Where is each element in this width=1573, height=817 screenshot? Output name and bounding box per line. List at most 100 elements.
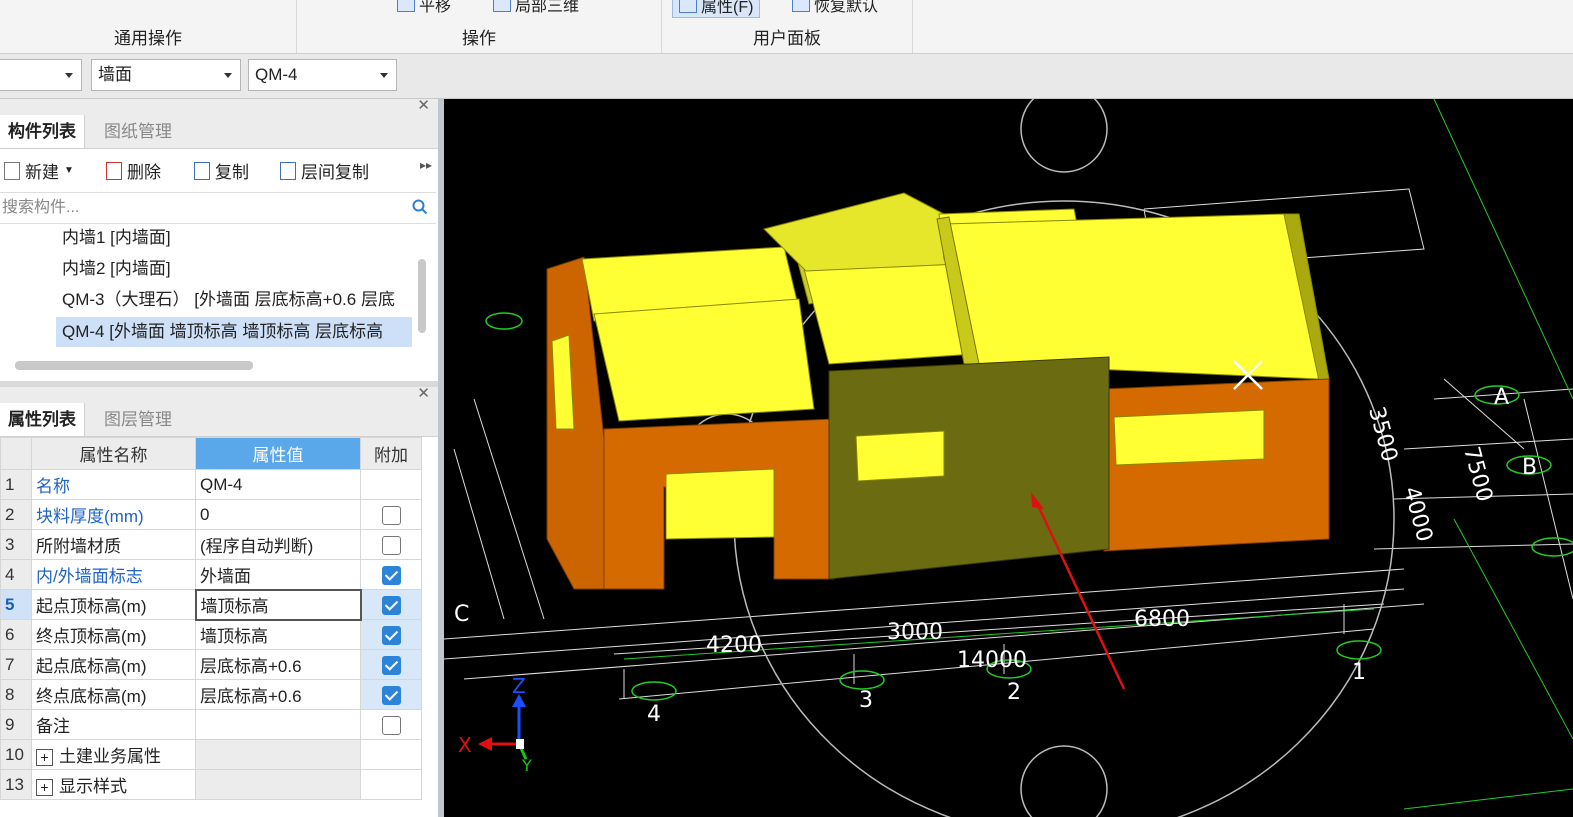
table-row[interactable]: 7 起点底标高(m) 层底标高+0.6	[0, 649, 422, 680]
extra-cell	[360, 469, 422, 500]
tab-drawing-management[interactable]: 图纸管理	[96, 115, 180, 148]
property-name: 起点底标高(m)	[31, 649, 196, 680]
extra-cell	[360, 679, 422, 710]
grid-label-b: B	[1522, 455, 1537, 480]
extra-checkbox-checked[interactable]	[381, 655, 401, 675]
property-name-group[interactable]: + 显示样式	[31, 769, 196, 800]
tab-component-list[interactable]: 构件列表	[0, 115, 85, 148]
property-name: 名称	[31, 469, 196, 500]
table-row[interactable]: 9 备注	[0, 709, 422, 740]
property-name: 内/外墙面标志	[31, 559, 196, 590]
type-select[interactable]: 墙面	[91, 59, 241, 91]
panel-title-bar: ✕	[0, 384, 438, 403]
table-row[interactable]: 2 块料厚度(mm) 0	[0, 499, 422, 530]
property-value-editing[interactable]: 墙顶标高	[194, 588, 362, 621]
property-value[interactable]: 层底标高+0.6	[195, 649, 361, 680]
search-icon[interactable]	[412, 199, 428, 215]
extra-checkbox-checked[interactable]	[381, 685, 401, 705]
expand-icon[interactable]: +	[36, 779, 53, 797]
property-value[interactable]: QM-4	[195, 469, 361, 500]
table-row[interactable]: 8 终点底标高(m) 层底标高+0.6	[0, 679, 422, 710]
3d-viewport[interactable]: 4 3 2 1 A B C 4200 3000 6800 14000 3500 …	[444, 99, 1573, 817]
move-label: 平移	[419, 0, 452, 15]
table-row-active[interactable]: 5 起点顶标高(m) 墙顶标高	[0, 588, 422, 621]
property-value[interactable]: (程序自动判断)	[195, 529, 361, 560]
row-number: 7	[0, 649, 32, 680]
chevron-down-icon	[224, 73, 232, 78]
extra-header: 附加	[360, 437, 422, 470]
table-row[interactable]: 13 + 显示样式	[0, 769, 422, 800]
grid-label-1: 1	[1352, 660, 1366, 685]
table-row[interactable]: 10 + 土建业务属性	[0, 739, 422, 770]
dimension-6800: 6800	[1134, 607, 1190, 632]
property-value[interactable]: 墙顶标高	[195, 619, 361, 650]
component-select-value: QM-4	[255, 65, 298, 84]
delete-button[interactable]: 删除	[106, 158, 161, 183]
property-name: 块料厚度(mm)	[31, 499, 196, 530]
extra-checkbox-checked[interactable]	[381, 595, 401, 615]
component-search	[0, 192, 436, 224]
properties-button[interactable]: 属性(F)	[672, 0, 761, 18]
property-value[interactable]: 层底标高+0.6	[195, 679, 361, 710]
extra-checkbox[interactable]	[381, 505, 401, 525]
property-name: 终点顶标高(m)	[31, 619, 196, 650]
component-list-panel: ✕ 构件列表 图纸管理 新建▼ 删除 复制 层间复制 ▸▸ 内墙1 [内墙面] …	[0, 96, 439, 381]
property-value[interactable]: 0	[195, 499, 361, 530]
property-tabs: 属性列表 图层管理	[0, 403, 438, 437]
expand-icon[interactable]: +	[36, 749, 53, 767]
close-icon[interactable]: ✕	[417, 96, 430, 114]
row-number: 5	[0, 589, 32, 620]
selector-bar: 墙面 QM-4	[0, 54, 1573, 99]
table-row[interactable]: 4 内/外墙面标志 外墙面	[0, 559, 422, 590]
component-select[interactable]: QM-4	[248, 59, 397, 91]
row-number: 8	[0, 679, 32, 710]
row-number-header	[0, 437, 32, 470]
more-icon[interactable]: ▸▸	[420, 158, 432, 172]
new-icon	[4, 161, 20, 180]
extra-checkbox[interactable]	[381, 535, 401, 555]
property-value[interactable]: 外墙面	[195, 559, 361, 590]
property-value-header[interactable]: 属性值	[195, 437, 361, 470]
floor-copy-button[interactable]: 层间复制	[280, 158, 369, 183]
extra-checkbox[interactable]	[381, 715, 401, 735]
table-row[interactable]: 6 终点顶标高(m) 墙顶标高	[0, 619, 422, 650]
move-icon	[397, 0, 415, 12]
property-list-panel: ✕ 属性列表 图层管理 属性名称 属性值 附加 1 名称 QM-4 2 块料厚度…	[0, 384, 439, 817]
table-row[interactable]: 3 所附墙材质 (程序自动判断)	[0, 529, 422, 560]
dimension-3500: 3500	[1363, 404, 1402, 465]
extra-checkbox-checked[interactable]	[381, 625, 401, 645]
copy-button[interactable]: 复制	[194, 158, 249, 183]
extra-checkbox-checked[interactable]	[381, 565, 401, 585]
horizontal-scrollbar[interactable]	[15, 361, 253, 370]
list-item[interactable]: 内墙2 [内墙面]	[62, 254, 412, 284]
floor-select[interactable]	[0, 59, 82, 91]
row-number: 13	[0, 769, 32, 800]
list-item[interactable]: QM-3（大理石） [外墙面 层底标高+0.6 层底	[62, 285, 412, 315]
property-value[interactable]	[195, 709, 361, 740]
row-number: 6	[0, 619, 32, 650]
tab-property-list[interactable]: 属性列表	[0, 403, 85, 436]
row-number: 3	[0, 529, 32, 560]
move-button[interactable]: 平移	[397, 0, 451, 16]
axis-y-label: Y	[521, 756, 532, 775]
close-icon[interactable]: ✕	[417, 384, 430, 402]
tab-layer-management[interactable]: 图层管理	[96, 403, 180, 436]
restore-default-button[interactable]: 恢复默认	[792, 0, 878, 16]
property-name-group[interactable]: + 土建业务属性	[31, 739, 196, 770]
dimension-14000: 14000	[957, 648, 1027, 673]
search-input[interactable]	[0, 193, 384, 223]
row-number: 1	[0, 469, 32, 500]
ribbon: 通用操作 平移 局部三维 操作 属性(F) 恢复默认 用户面板	[0, 0, 1573, 54]
grid-label-c: C	[454, 602, 469, 627]
vertical-scrollbar[interactable]	[418, 259, 426, 333]
panel-title-bar: ✕	[0, 96, 438, 115]
local-3d-button[interactable]: 局部三维	[493, 0, 579, 16]
building-model-3d[interactable]: 4 3 2 1 A B C 4200 3000 6800 14000 3500 …	[444, 99, 1573, 817]
list-item-selected[interactable]: QM-4 [外墙面 墙顶标高 墙顶标高 层底标高	[56, 317, 412, 347]
new-button[interactable]: 新建 ▼	[4, 158, 74, 183]
floor-copy-icon	[280, 161, 296, 180]
group-label: 显示样式	[59, 777, 127, 796]
extra-cell	[360, 619, 422, 650]
list-item[interactable]: 内墙1 [内墙面]	[62, 223, 412, 253]
table-row[interactable]: 1 名称 QM-4	[0, 469, 422, 500]
